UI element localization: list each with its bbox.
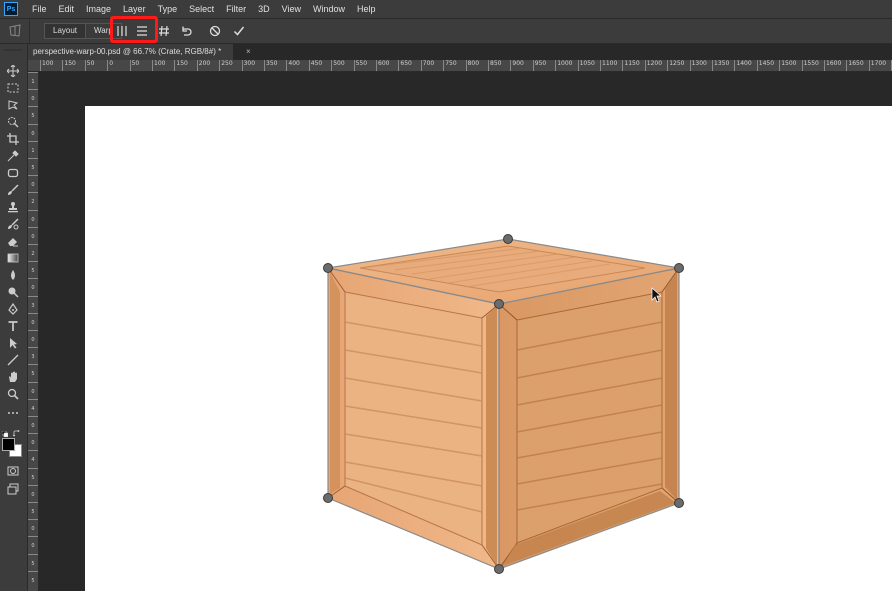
warp-pin bbox=[494, 299, 504, 309]
warp-pin bbox=[674, 263, 684, 273]
warp-pin bbox=[503, 234, 513, 244]
warp-pin bbox=[494, 564, 504, 574]
crate-image[interactable] bbox=[0, 0, 892, 591]
warp-pin bbox=[323, 263, 333, 273]
warp-pin bbox=[674, 498, 684, 508]
warp-pin bbox=[323, 493, 333, 503]
